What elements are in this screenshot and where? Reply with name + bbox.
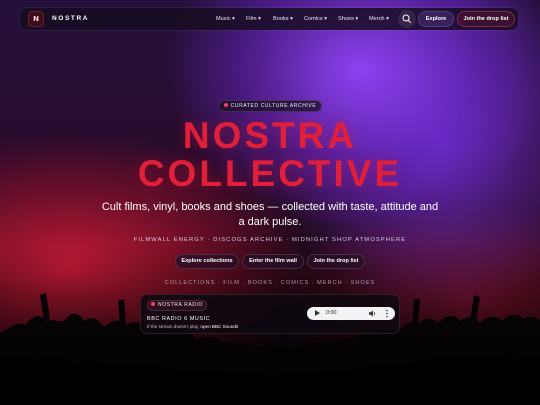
nav-item-film[interactable]: Film ▾ <box>246 8 261 30</box>
nav-item-music[interactable]: Music ▾ <box>216 8 235 30</box>
logo-badge[interactable]: N <box>28 11 44 27</box>
search-icon <box>402 14 411 23</box>
radio-tag: NOSTRA RADIO <box>147 300 207 311</box>
nav-item-merch[interactable]: Merch ▾ <box>369 8 389 30</box>
radio-dot-icon <box>151 302 155 306</box>
nav-item-books[interactable]: Books ▾ <box>273 8 293 30</box>
hero-tagline: FILMWALL ENERGY · DISCOGS ARCHIVE · MIDN… <box>133 237 407 243</box>
hero-join-drop-list-button[interactable]: Join the drop list <box>307 254 365 269</box>
explore-button[interactable]: Explore <box>418 11 454 27</box>
bbc-sounds-link[interactable]: open BBC Sounds <box>200 324 238 329</box>
stream-help-prefix: If the stream doesn't play, <box>147 324 200 329</box>
hero-title-line2: COLLECTIVE <box>137 153 403 194</box>
top-navbar: N NOSTRA Music ▾ Film ▾ Books ▾ Comics ▾… <box>20 8 518 30</box>
hero-title-line1: NOSTRA <box>182 115 358 156</box>
enter-film-wall-button[interactable]: Enter the film wall <box>242 254 304 269</box>
nav-item-comics[interactable]: Comics ▾ <box>304 8 327 30</box>
audio-player: 0:00 <box>307 307 395 320</box>
player-time: 0:00 <box>326 310 337 316</box>
category-list: COLLECTIONS · FILM · BOOKS · COMICS · ME… <box>164 280 376 286</box>
live-dot-icon <box>223 103 228 107</box>
join-drop-list-button[interactable]: Join the drop list <box>457 11 515 27</box>
curated-archive-badge: CURATED CULTURE ARCHIVE <box>218 100 322 112</box>
station-name: BBC RADIO 6 MUSIC <box>147 316 211 322</box>
nav-item-shoes[interactable]: Shoes ▾ <box>338 8 358 30</box>
volume-icon[interactable] <box>369 310 377 317</box>
play-icon[interactable] <box>315 310 320 316</box>
search-button[interactable] <box>398 10 416 28</box>
brand-name[interactable]: NOSTRA <box>52 8 89 30</box>
radio-card: NOSTRA RADIO BBC RADIO 6 MUSIC If the st… <box>140 294 400 334</box>
radio-tag-label: NOSTRA RADIO <box>158 302 203 308</box>
badge-label: CURATED CULTURE ARCHIVE <box>230 103 317 109</box>
stream-help-text: If the stream doesn't play, open BBC Sou… <box>147 324 238 329</box>
more-options-icon[interactable] <box>385 309 389 318</box>
explore-collections-button[interactable]: Explore collections <box>175 254 239 269</box>
hero-subtitle: Cult films, vinyl, books and shoes — col… <box>101 201 439 228</box>
